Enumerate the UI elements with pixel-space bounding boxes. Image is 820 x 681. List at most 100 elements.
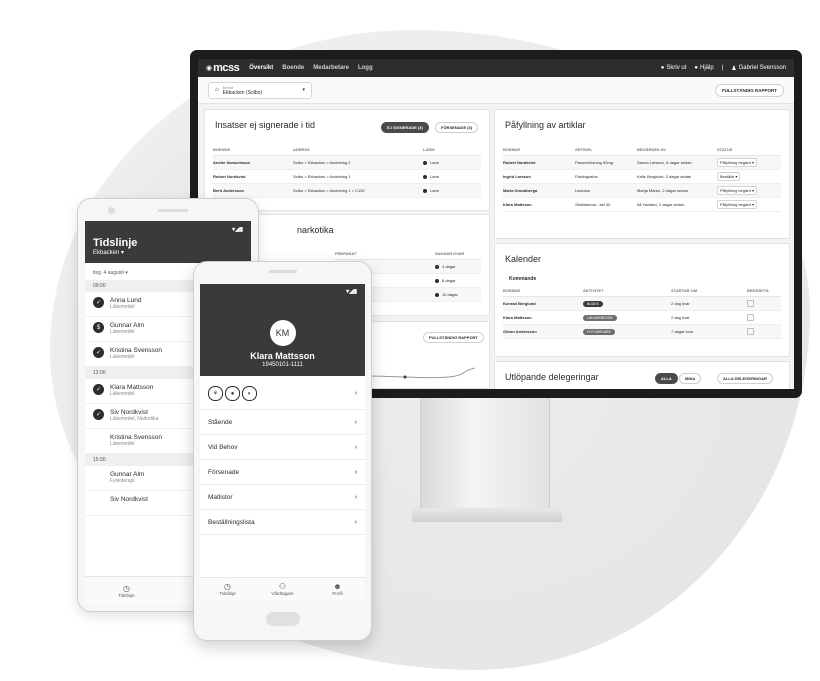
row-alarm: Larm	[423, 174, 439, 179]
tab-tidslinje[interactable]: ◷ Tidslinje	[85, 577, 168, 605]
row-starts-in: 2 dag kvar	[671, 301, 690, 306]
allergy-icons-row[interactable]: ⚘ ● ◐ ›	[200, 376, 365, 410]
unit-select[interactable]: ⌂ Enhet Ekbacken (Solbo) ▾	[208, 81, 312, 99]
user-menu[interactable]: ♟ Gabriel Svensson	[731, 65, 786, 72]
nav-item-medarbetare[interactable]: Medarbetare	[313, 65, 349, 71]
status-dot-icon	[435, 292, 439, 297]
phone-profile: ▾◢▮ KM Klara Mattsson 19450101-1111 ⚘ ● …	[193, 261, 372, 641]
status-dot-icon	[435, 278, 439, 283]
check-circle-icon: ✓	[93, 347, 104, 358]
confirm-checkbox[interactable]	[747, 300, 754, 307]
timeline-item-name: Gunnar Alm	[110, 322, 145, 329]
help-label: Hjälp	[700, 65, 714, 71]
user-name: Gabriel Svensson	[738, 65, 786, 71]
table-row[interactable]: Maria Grandberga Lactulos Marija Marko, …	[503, 184, 781, 198]
divider: |	[721, 65, 724, 71]
profile-row-matlistor[interactable]: Matlistor ›	[200, 485, 365, 510]
home-button[interactable]	[266, 612, 300, 626]
warning-icon: ●	[225, 386, 240, 401]
row-article: Pasoxinlösning 50mg	[575, 160, 614, 165]
table-row[interactable]: Robert Nordkvist Solbo > Ekbacken > Avde…	[213, 170, 481, 184]
check-circle-icon: ✓	[93, 384, 104, 395]
chevron-right-icon: ›	[354, 418, 357, 426]
calendar-subtitle: Kommande	[509, 276, 537, 282]
status-dot-icon	[435, 264, 439, 269]
tab-label: Tidslinje	[118, 593, 135, 598]
table-row[interactable]: Anette Samuelsson Solbo > Ekbacken > Avd…	[213, 156, 481, 170]
timeline-item-name: Kristina Svensson	[110, 434, 163, 441]
table-row[interactable]: Klara Mattsson LÄKAREBESÖK 2 dag kvar	[503, 311, 781, 325]
help-icon: ●	[694, 65, 698, 71]
row-requested-by: Kalle Bergkvist, 3 dagar sedan	[637, 174, 692, 179]
timeline-unit-select[interactable]: Ekbacken ▾	[93, 249, 243, 256]
table-row[interactable]: Konrad Berglund BUDEK 2 dag kvar	[503, 297, 781, 311]
profile-row-staende[interactable]: Stående ›	[200, 410, 365, 435]
profile-tab-bar: ◷ Tidslinje ⚇ Vårdtagare ☻ Profil	[200, 577, 365, 600]
table-row[interactable]: Göran Andersson FOTVÅRDARE 7 dagar kvar	[503, 325, 781, 339]
timeline-item-sub: Läkemedel	[110, 354, 135, 360]
tab-tidslinje[interactable]: ◷ Tidslinje	[200, 578, 255, 600]
allergy-icon: ⚘	[208, 386, 223, 401]
timeline-item-sub: Läkemedel	[110, 391, 135, 397]
profile-row-vid-behov[interactable]: Vid Behov ›	[200, 435, 365, 460]
row-address: Solbo > Ekbacken > Avdelning 1	[293, 174, 351, 179]
avatar: KM	[269, 320, 296, 346]
nav-item-logg[interactable]: Logg	[358, 65, 373, 71]
profile-row-bestallningslista[interactable]: Beställningslista ›	[200, 510, 365, 535]
row-name: Robert Nordkvist	[213, 174, 246, 179]
table-row[interactable]: Berit Andersson Solbo > Ekbacken > Avdel…	[213, 184, 481, 198]
filter-delayed-pill[interactable]: FÖRSENADE (3)	[435, 122, 479, 133]
table-row[interactable]: Ingrid Larsson Fästingsalva Kalle Bergkv…	[503, 170, 781, 184]
narcotics-card-title: narkotika	[297, 225, 334, 235]
row-label: Försenade	[208, 468, 240, 476]
confirm-checkbox[interactable]	[747, 328, 754, 335]
row-name: Konrad Berglund	[503, 301, 536, 306]
timeline-item-sub: Fysioterapi	[110, 478, 135, 484]
nav-item-boende[interactable]: Boende	[282, 65, 304, 71]
signal-battery-icon: ▾◢▮	[232, 227, 243, 233]
unit-select-value: Ekbacken (Solbo)	[222, 89, 263, 96]
filter-unsigned-pill[interactable]: EJ SIGNERADE (3)	[381, 122, 429, 133]
tab-profil[interactable]: ☻ Profil	[310, 578, 365, 600]
nav-item-oversikt[interactable]: Översikt	[249, 65, 273, 71]
col-boende: BOENDE	[503, 287, 521, 293]
delegation-card: Utlöpande delegeringar ALLA MINA ALLA DE…	[494, 361, 790, 389]
col-adress: ADRESS	[293, 146, 310, 152]
timeline-item-name: Kristina Svensson	[110, 347, 163, 354]
all-delegations-button[interactable]: ALLA DELEGERINGAR	[717, 373, 773, 384]
days-left: 10 dagar	[435, 292, 458, 297]
status-select[interactable]: Påfyllning begärd ▾	[717, 158, 758, 167]
delegation-tab-all[interactable]: ALLA	[655, 373, 678, 384]
confirm-checkbox[interactable]	[747, 314, 754, 321]
earpiece	[269, 270, 297, 273]
col-begardes: BEGÄRDES AV	[637, 146, 666, 152]
earpiece	[158, 209, 188, 212]
card-full-report-button[interactable]: FULLSTÄNDIG RAPPORT	[423, 332, 484, 343]
row-name: Maria Grandberga	[503, 188, 538, 193]
chevron-right-icon: ›	[354, 518, 357, 526]
status-select[interactable]: Påfyllning begärd ▾	[717, 200, 758, 209]
empty-status-icon	[93, 434, 104, 445]
help-button[interactable]: ● Hjälp	[694, 65, 713, 71]
row-requested-by: Marija Marko, 2 dagar sedan	[637, 188, 688, 193]
dietary-icon: ◐	[242, 386, 257, 401]
full-report-button[interactable]: FULLSTÄNDIG RAPPORT	[715, 83, 784, 97]
check-circle-icon: ✓	[93, 409, 104, 420]
logo-icon: ◉	[206, 65, 213, 72]
tab-label: Vårdtagare	[271, 591, 294, 596]
print-button[interactable]: ● Skriv ut	[661, 65, 687, 71]
timeline-item-sub: Läkemedel	[110, 329, 135, 335]
profile-row-forsenade[interactable]: Försenade ›	[200, 460, 365, 485]
table-row[interactable]: Robert Nordkvist Pasoxinlösning 50mg San…	[503, 156, 781, 170]
tab-vardtagare[interactable]: ⚇ Vårdtagare	[255, 578, 310, 600]
status-select[interactable]: Beställd ▾	[717, 172, 741, 181]
app-logo[interactable]: mcss	[213, 62, 240, 74]
status-select[interactable]: Påfyllning begärd ▾	[717, 186, 758, 195]
delegation-tab-mine[interactable]: MINA	[679, 373, 702, 384]
row-name: Ingrid Larsson	[503, 174, 531, 179]
calendar-table: BOENDE AKTIVITET STARTAR OM BEKRÄFTA Kon…	[503, 284, 781, 339]
calendar-card: Kalender Kommande BOENDE AKTIVITET START…	[494, 243, 790, 357]
timeline-title: Tidslinje	[93, 237, 138, 249]
row-article: Stolklamma - set 40	[575, 202, 611, 207]
table-row[interactable]: Klara Mattsson Stolklamma - set 40 Ali Y…	[503, 198, 781, 212]
